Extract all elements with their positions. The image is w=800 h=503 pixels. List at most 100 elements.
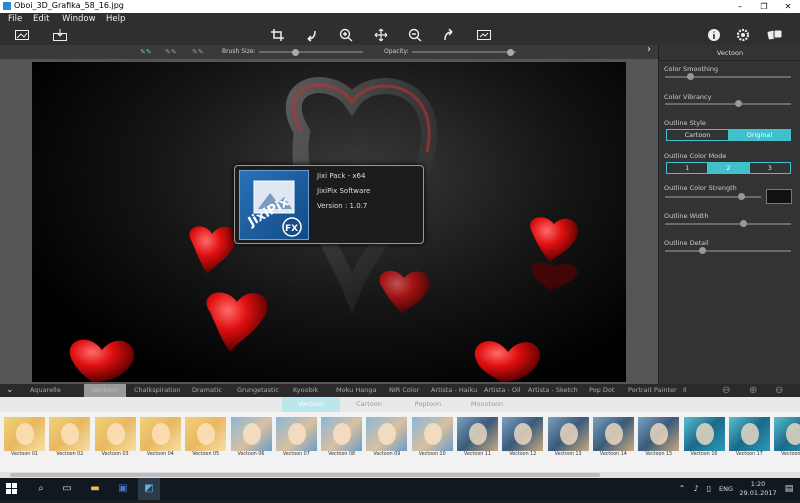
tab-vectoon[interactable]: Vectoon xyxy=(282,397,340,412)
effect-artista-haiku[interactable]: Artista - Haiku xyxy=(431,384,477,397)
brush-size-knob[interactable] xyxy=(291,49,299,56)
brush-size-slider[interactable] xyxy=(259,51,363,53)
task-view-icon[interactable]: ▭ xyxy=(56,478,78,500)
opacity-knob[interactable] xyxy=(507,49,515,56)
settings-icon[interactable] xyxy=(735,28,751,42)
zoom-in-icon[interactable] xyxy=(338,28,354,42)
color-mode-1[interactable]: 1 xyxy=(667,163,709,173)
preset-thumbnail[interactable]: Vectoon 06 xyxy=(230,417,272,460)
outline-color-mode-label: Outline Color Mode xyxy=(664,152,727,160)
effect-pop-dot[interactable]: Pop Dot xyxy=(589,384,614,397)
preset-thumbnail[interactable]: Vectoon 10 xyxy=(411,417,453,460)
effect-moku-hanga[interactable]: Moku Hanga xyxy=(336,384,376,397)
preset-thumbnail-image xyxy=(49,417,91,451)
preset-thumbnail[interactable]: Vectoon 01 xyxy=(4,417,45,460)
outline-detail-slider[interactable] xyxy=(665,250,791,252)
preset-thumbnail[interactable]: Vectoon 17 xyxy=(728,417,770,460)
preset-thumbnail[interactable]: Vectoon 07 xyxy=(275,417,317,460)
effect-grungetastic[interactable]: Grungetastic xyxy=(237,384,279,397)
effect-chalkspiration[interactable]: Chalkspiration xyxy=(134,384,181,397)
tab-monotoon[interactable]: Monotoon xyxy=(458,397,516,412)
effect-kyoobik[interactable]: Kyoobik xyxy=(293,384,318,397)
color-smoothing-knob[interactable] xyxy=(686,73,694,80)
battery-icon[interactable]: ▯ xyxy=(703,478,715,500)
effect-portrait-painter[interactable]: Portrait Painter xyxy=(628,384,677,397)
color-vibrancy-slider[interactable] xyxy=(665,103,791,105)
network-icon[interactable]: ⌃ xyxy=(676,478,688,500)
collapse-panel-icon[interactable]: › xyxy=(647,45,651,55)
zoom-out-icon[interactable] xyxy=(407,28,423,42)
preset-thumbnail-image xyxy=(683,417,725,451)
preset-thumbnail[interactable]: Vectoon 18 xyxy=(774,417,800,460)
notifications-icon[interactable]: ▤ xyxy=(782,478,796,500)
windows-start-icon[interactable] xyxy=(0,478,22,500)
file-explorer-icon[interactable]: ▬ xyxy=(84,478,106,500)
menu-file[interactable]: File xyxy=(8,13,22,25)
crop-icon[interactable] xyxy=(270,28,286,42)
random-icon[interactable] xyxy=(767,28,783,42)
outline-color-swatch[interactable] xyxy=(766,189,792,204)
minimize-button[interactable]: – xyxy=(728,0,752,13)
preset-thumbnail[interactable]: Vectoon 05 xyxy=(185,417,227,460)
preset-thumbnail-label: Vectoon 04 xyxy=(146,452,174,457)
open-image-icon[interactable] xyxy=(14,28,30,42)
effect-remove-icon[interactable]: ⊖ xyxy=(775,384,783,397)
preset-thumbnail[interactable]: Vectoon 14 xyxy=(592,417,634,460)
pan-icon[interactable] xyxy=(373,28,389,42)
outline-width-slider[interactable] xyxy=(665,223,791,225)
outline-color-strength-knob[interactable] xyxy=(738,193,746,200)
tab-cartoon[interactable]: Cartoon xyxy=(340,397,398,412)
outline-color-strength-slider[interactable] xyxy=(665,196,761,198)
preset-thumbnail[interactable]: Vectoon 13 xyxy=(547,417,589,460)
collapse-chevron-icon[interactable]: ⌄ xyxy=(6,384,14,397)
color-smoothing-slider[interactable] xyxy=(665,76,791,78)
outline-style-original[interactable]: Original xyxy=(729,130,790,140)
language-indicator[interactable]: ENG xyxy=(716,478,736,500)
brush-erase-icon[interactable]: ✎✎ xyxy=(192,47,210,57)
fit-screen-icon[interactable] xyxy=(476,28,492,42)
save-app-icon[interactable]: ▣ xyxy=(112,478,134,500)
outline-detail-knob[interactable] xyxy=(699,247,707,254)
preset-thumbnail[interactable]: Vectoon 02 xyxy=(49,417,91,460)
effect-add-icon[interactable]: ⊕ xyxy=(749,384,757,397)
jixipix-taskbar-icon[interactable]: ◩ xyxy=(138,478,160,500)
info-icon[interactable] xyxy=(706,28,722,42)
tab-poptoon[interactable]: Poptoon xyxy=(399,397,457,412)
effect-dramatic[interactable]: Dramatic xyxy=(192,384,222,397)
preset-thumbnail[interactable]: Vectoon 12 xyxy=(502,417,544,460)
color-mode-3[interactable]: 3 xyxy=(750,163,790,173)
save-image-icon[interactable] xyxy=(52,28,68,42)
effect-aquarelle[interactable]: Aquarelle xyxy=(30,384,61,397)
outline-style-cartoon[interactable]: Cartoon xyxy=(667,130,729,140)
effect-il[interactable]: Il xyxy=(683,384,687,397)
menu-edit[interactable]: Edit xyxy=(33,13,49,25)
effect-minus-icon[interactable]: ⊖ xyxy=(722,384,730,397)
opacity-slider[interactable] xyxy=(412,51,516,53)
menu-window[interactable]: Window xyxy=(62,13,96,25)
preset-thumbnail[interactable]: Vectoon 15 xyxy=(638,417,680,460)
close-button[interactable]: ✕ xyxy=(776,0,800,13)
volume-icon[interactable]: ♪ xyxy=(690,478,702,500)
maximize-button[interactable]: ❐ xyxy=(752,0,776,13)
brush-restore-icon[interactable]: ✎✎ xyxy=(165,47,183,57)
color-vibrancy-knob[interactable] xyxy=(734,100,742,107)
preset-thumbnail[interactable]: Vectoon 16 xyxy=(683,417,725,460)
effect-artista-oil[interactable]: Artista - Oil xyxy=(484,384,521,397)
preset-thumbnail[interactable]: Vectoon 09 xyxy=(366,417,408,460)
brush-paint-icon[interactable]: ✎✎ xyxy=(140,47,158,57)
effect-nir-color[interactable]: NIR Color xyxy=(389,384,419,397)
preset-thumbnail[interactable]: Vectoon 11 xyxy=(457,417,498,460)
rotate-left-icon[interactable] xyxy=(303,28,319,42)
preset-thumbnail[interactable]: Vectoon 08 xyxy=(321,417,363,460)
preset-thumbnail-label: Vectoon 09 xyxy=(373,452,401,457)
rotate-right-icon[interactable] xyxy=(441,28,457,42)
search-icon[interactable]: ⌕ xyxy=(30,478,52,500)
clock[interactable]: 1:20 29.01.2017 xyxy=(738,480,778,498)
effect-vectoon[interactable]: Vectoon xyxy=(84,384,127,397)
outline-width-knob[interactable] xyxy=(739,220,747,227)
menu-help[interactable]: Help xyxy=(106,13,125,25)
color-mode-2[interactable]: 2 xyxy=(708,163,750,173)
effect-artista-sketch[interactable]: Artista - Sketch xyxy=(528,384,578,397)
preset-thumbnail[interactable]: Vectoon 03 xyxy=(94,417,136,460)
preset-thumbnail[interactable]: Vectoon 04 xyxy=(139,417,181,460)
